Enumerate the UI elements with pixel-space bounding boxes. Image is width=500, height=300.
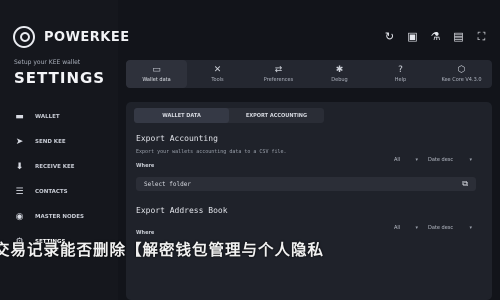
- caption-banner: 交易记录能否删除【解密钱包管理与个人隐私: [0, 238, 500, 260]
- tab-help[interactable]: ? Help: [370, 60, 431, 88]
- sidebar-item-label: CONTACTS: [35, 188, 68, 195]
- help-icon: ?: [398, 64, 403, 75]
- chevron-down-icon: ▾: [469, 225, 472, 231]
- tab-label: Wallet data: [142, 76, 171, 83]
- export-accounting-title: Export Accounting: [136, 134, 218, 143]
- tab-wallet-data[interactable]: ▭ Wallet data: [126, 60, 187, 88]
- wallet-data-icon: ▭: [152, 64, 161, 75]
- setup-text: Setup your KEE wallet: [14, 59, 81, 66]
- sidebar-item-contacts[interactable]: ☰ CONTACTS: [14, 179, 114, 204]
- sidebar-item-label: RECEIVE KEE: [35, 163, 75, 170]
- export-address-book-title: Export Address Book: [136, 206, 228, 215]
- folder-placeholder: Select folder: [144, 180, 191, 188]
- contacts-icon: ☰: [15, 186, 24, 197]
- tab-label: Kee Core V4.3.0: [441, 76, 482, 83]
- preferences-icon: ⇄: [274, 64, 283, 75]
- tab-label: Preferences: [263, 76, 294, 83]
- send-icon: ➤: [15, 136, 24, 147]
- chevron-down-icon: ▾: [415, 225, 418, 231]
- tab-label: Debug: [331, 76, 348, 83]
- sidebar-nav: ▬ WALLET ➤ SEND KEE ⬇ RECEIVE KEE ☰ CONT…: [14, 104, 114, 254]
- select-value: All: [394, 157, 401, 163]
- page-title: SETTINGS: [14, 69, 106, 87]
- export-address-book-where-label: Where: [136, 230, 155, 236]
- tab-preferences[interactable]: ⇄ Preferences: [248, 60, 309, 88]
- sidebar-item-label: WALLET: [35, 113, 60, 120]
- settings-panel: WALLET DATA EXPORT ACCOUNTING Export Acc…: [126, 102, 492, 300]
- chevron-down-icon: ▾: [469, 157, 472, 163]
- tab-tools[interactable]: ✕ Tools: [187, 60, 248, 88]
- chevron-down-icon: ▾: [415, 157, 418, 163]
- address-book-filter-select[interactable]: All ▾: [394, 225, 418, 231]
- tab-debug[interactable]: ✱ Debug: [309, 60, 370, 88]
- sidebar-item-label: MASTER NODES: [35, 213, 84, 220]
- tab-label: Help: [394, 76, 407, 83]
- subtab-bar: WALLET DATA EXPORT ACCOUNTING: [134, 108, 324, 123]
- select-value: All: [394, 225, 401, 231]
- core-icon: ⬡: [457, 64, 466, 75]
- sidebar-item-label: SEND KEE: [35, 138, 66, 145]
- brand-name: POWERKEE: [44, 29, 130, 45]
- brand-logo: POWERKEE: [13, 26, 130, 48]
- sidebar-item-send-kee[interactable]: ➤ SEND KEE: [14, 129, 114, 154]
- sidebar-item-wallet[interactable]: ▬ WALLET: [14, 104, 114, 129]
- fullscreen-icon[interactable]: ⛶: [475, 30, 488, 43]
- wallet-icon: ▬: [15, 111, 24, 122]
- accounting-filter-select[interactable]: All ▾: [394, 157, 418, 163]
- topbar-actions: ↻ ▣ ⚗ ▤ ⛶: [383, 30, 488, 44]
- folder-picker-icon[interactable]: ⧉: [462, 179, 468, 189]
- tab-label: Tools: [211, 76, 224, 83]
- console-icon[interactable]: ▤: [452, 30, 465, 43]
- export-accounting-where-label: Where: [136, 163, 155, 169]
- subtab-export-accounting[interactable]: EXPORT ACCOUNTING: [229, 108, 324, 123]
- address-book-sort-select[interactable]: Date desc ▾: [428, 225, 472, 231]
- accounting-sort-select[interactable]: Date desc ▾: [428, 157, 472, 163]
- caption-text: 交易记录能否删除【解密钱包管理与个人隐私: [0, 240, 325, 259]
- sidebar-item-master-nodes[interactable]: ◉ MASTER NODES: [14, 204, 114, 229]
- select-value: Date desc: [428, 225, 454, 231]
- subtab-wallet-data[interactable]: WALLET DATA: [134, 108, 229, 123]
- flask-icon[interactable]: ⚗: [429, 30, 442, 43]
- sync-icon[interactable]: ↻: [383, 30, 396, 43]
- settings-tabs: ▭ Wallet data ✕ Tools ⇄ Preferences ✱ De…: [126, 60, 492, 88]
- lock-icon[interactable]: ▣: [406, 30, 419, 43]
- export-accounting-description: Export your wallets accounting data to a…: [136, 149, 287, 155]
- debug-icon: ✱: [335, 64, 344, 75]
- receive-icon: ⬇: [15, 161, 24, 172]
- logo-icon: [13, 26, 35, 48]
- sidebar-item-receive-kee[interactable]: ⬇ RECEIVE KEE: [14, 154, 114, 179]
- select-value: Date desc: [428, 157, 454, 163]
- tab-kee-core[interactable]: ⬡ Kee Core V4.3.0: [431, 60, 492, 88]
- nodes-icon: ◉: [15, 211, 24, 222]
- tools-icon: ✕: [213, 64, 222, 75]
- app-window: POWERKEE Setup your KEE wallet SETTINGS …: [0, 0, 500, 300]
- accounting-folder-field[interactable]: Select folder ⧉: [136, 177, 476, 191]
